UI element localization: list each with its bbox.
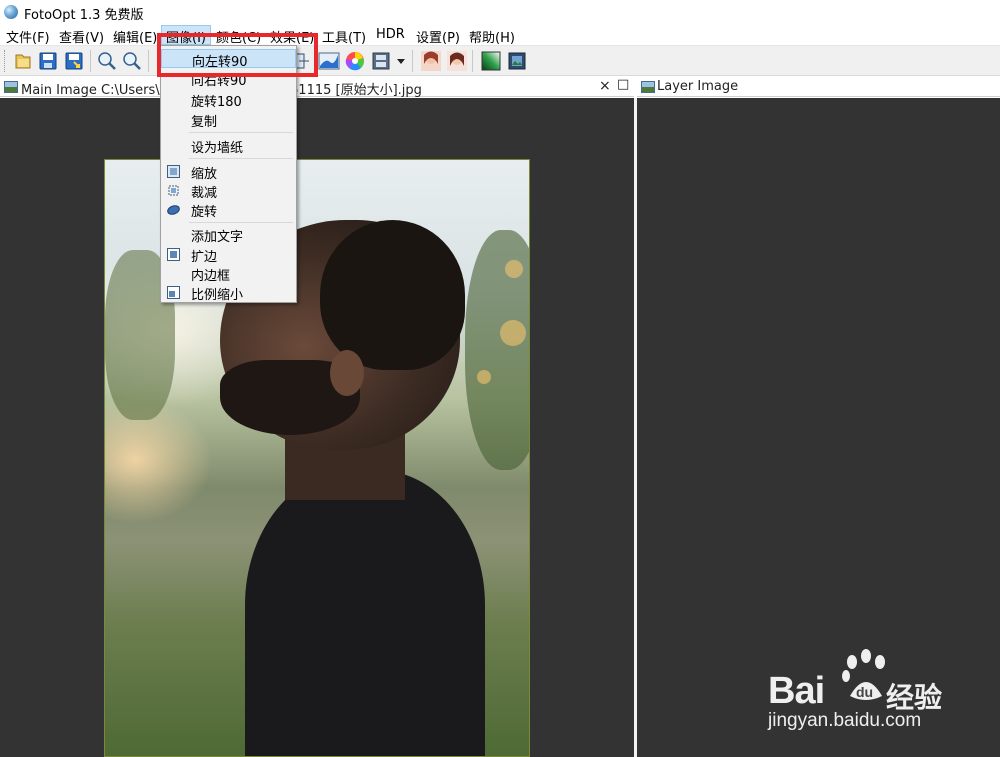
window-title: FotoOpt 1.3 免费版 bbox=[24, 8, 144, 23]
menu-item-label: 向左转90 bbox=[192, 55, 248, 70]
baidu-jingyan-watermark: Bai du 经验 jingyan.baidu.com bbox=[768, 648, 968, 738]
levels-icon[interactable] bbox=[318, 50, 340, 72]
toolbar-separator bbox=[412, 50, 413, 72]
expand-border-icon bbox=[167, 248, 180, 261]
main-image-header: Main Image C:\Users\9...2\pexels-photo-7… bbox=[0, 77, 634, 98]
menu-item-label: 设为墙纸 bbox=[191, 141, 244, 156]
toolbar-separator bbox=[472, 50, 473, 72]
menu-item-label: 旋转 bbox=[191, 205, 218, 220]
save-icon[interactable] bbox=[37, 50, 59, 72]
photo-bokeh bbox=[477, 370, 491, 384]
color-wheel-icon[interactable] bbox=[344, 50, 366, 72]
zoom-out-icon[interactable] bbox=[121, 50, 143, 72]
menu-bar: 文件(F) 查看(V) 编辑(E) 图像(I) 颜色(C) 效果(E) 工具(T… bbox=[0, 24, 1000, 46]
menu-item-label: 旋转180 bbox=[191, 95, 242, 110]
restore-pane-button[interactable]: □ bbox=[617, 77, 629, 92]
menu-item-rotate-left-90[interactable]: 向左转90 bbox=[161, 49, 296, 70]
menu-separator bbox=[189, 222, 293, 223]
menu-item-label: 裁减 bbox=[191, 186, 218, 201]
open-folder-icon[interactable] bbox=[12, 50, 34, 72]
menu-item-label: 缩放 bbox=[191, 167, 218, 182]
photo-hair bbox=[320, 220, 465, 370]
toolbar-grip[interactable] bbox=[4, 50, 6, 72]
photo-bokeh bbox=[505, 260, 523, 278]
fotoopt-app-icon bbox=[4, 5, 18, 19]
watermark-brand: Bai bbox=[768, 670, 825, 712]
image-layer-icon[interactable] bbox=[506, 50, 528, 72]
menu-item-duplicate[interactable]: 复制 bbox=[161, 110, 296, 130]
menu-item-label: 比例缩小 bbox=[191, 288, 244, 303]
menu-item-rotate-180[interactable]: 旋转180 bbox=[161, 90, 296, 110]
scale-icon bbox=[167, 165, 180, 178]
save-as-icon[interactable] bbox=[63, 50, 85, 72]
menu-color[interactable]: 颜色(C) bbox=[216, 27, 261, 46]
proportional-shrink-icon bbox=[167, 286, 180, 299]
menu-hdr[interactable]: HDR bbox=[376, 27, 405, 42]
zoom-in-icon[interactable] bbox=[96, 50, 118, 72]
toolbar bbox=[0, 46, 1000, 76]
layer-pane-icon bbox=[641, 81, 655, 93]
menu-item-crop[interactable]: 裁减 bbox=[161, 181, 296, 201]
menu-item-rotate-right-90[interactable]: 向右转90 bbox=[161, 69, 296, 89]
menu-separator bbox=[189, 158, 293, 159]
menu-item-label: 内边框 bbox=[191, 269, 231, 284]
film-strip-icon[interactable] bbox=[370, 50, 392, 72]
menu-effects[interactable]: 效果(E) bbox=[270, 27, 314, 46]
menu-file[interactable]: 文件(F) bbox=[6, 27, 50, 46]
dropdown-arrow-icon[interactable] bbox=[394, 50, 408, 72]
menu-separator bbox=[189, 132, 293, 133]
image-menu-dropdown: 向左转90 向右转90 旋转180 复制 设为墙纸 缩放 裁减 旋转 添加文字 bbox=[160, 45, 297, 303]
watermark-paw-text: du bbox=[856, 684, 873, 700]
watermark-url: jingyan.baidu.com bbox=[768, 710, 922, 731]
photo-ear bbox=[330, 350, 364, 396]
rotate-icon bbox=[167, 203, 180, 216]
menu-item-label: 向右转90 bbox=[191, 74, 247, 89]
photo-shirt bbox=[245, 470, 485, 756]
menu-item-add-text[interactable]: 添加文字 bbox=[161, 225, 296, 245]
menu-item-label: 扩边 bbox=[191, 250, 218, 265]
crop-icon bbox=[167, 184, 180, 197]
menu-image[interactable]: 图像(I) bbox=[161, 25, 211, 46]
menu-item-inner-border[interactable]: 内边框 bbox=[161, 264, 296, 284]
image-pane-icon bbox=[4, 81, 18, 93]
menu-item-set-wallpaper[interactable]: 设为墙纸 bbox=[161, 136, 296, 156]
menu-help[interactable]: 帮助(H) bbox=[469, 27, 515, 46]
layer-image-title: Layer Image bbox=[657, 79, 739, 94]
gradient-icon[interactable] bbox=[480, 50, 502, 72]
menu-item-proportional-shrink[interactable]: 比例缩小 bbox=[161, 283, 296, 303]
title-bar: FotoOpt 1.3 免费版 bbox=[0, 0, 1000, 24]
portrait-effect-icon[interactable] bbox=[420, 50, 442, 72]
menu-item-label: 添加文字 bbox=[191, 230, 244, 245]
menu-edit[interactable]: 编辑(E) bbox=[113, 27, 157, 46]
menu-view[interactable]: 查看(V) bbox=[59, 27, 104, 46]
menu-item-scale[interactable]: 缩放 bbox=[161, 162, 296, 182]
menu-item-rotate[interactable]: 旋转 bbox=[161, 200, 296, 220]
menu-settings[interactable]: 设置(P) bbox=[416, 27, 460, 46]
photo-bokeh bbox=[500, 320, 526, 346]
toolbar-separator bbox=[90, 50, 91, 72]
portrait-effect-2-icon[interactable] bbox=[446, 50, 468, 72]
close-pane-button[interactable]: × bbox=[599, 78, 611, 94]
layer-image-header: Layer Image bbox=[637, 77, 1000, 97]
menu-item-expand-border[interactable]: 扩边 bbox=[161, 245, 296, 265]
menu-item-label: 复制 bbox=[191, 115, 218, 130]
menu-tools[interactable]: 工具(T) bbox=[322, 27, 366, 46]
toolbar-separator bbox=[148, 50, 149, 72]
